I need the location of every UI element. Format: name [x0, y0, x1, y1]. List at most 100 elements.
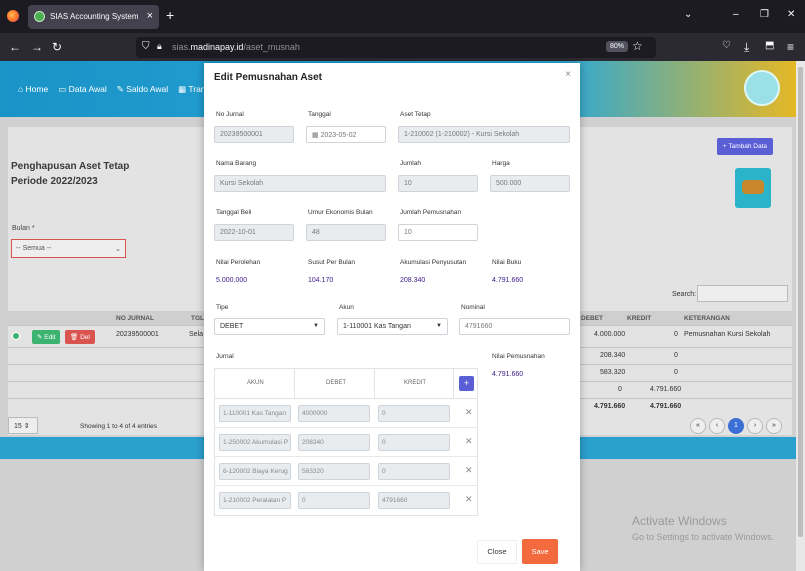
- prev-page-button[interactable]: ‹: [709, 418, 725, 434]
- tanggal-field[interactable]: ▦ 2023-05-02: [306, 126, 386, 143]
- remove-row-icon[interactable]: ✕: [465, 407, 473, 418]
- nilai-pemusnahan-value: 4.791.660: [492, 371, 524, 378]
- close-window-button[interactable]: ✕: [787, 9, 795, 20]
- total-debet: 4.791.660: [594, 403, 626, 410]
- aset-tetap-field: 1-210002 (1-210002) - Kursi Sekolah: [398, 126, 570, 143]
- jurnal-col-akun: AKUN: [247, 380, 264, 386]
- jumlah-pemusnahan-input[interactable]: 10: [398, 224, 478, 241]
- col-keterangan[interactable]: KETERANGAN: [684, 315, 730, 322]
- next-page-button[interactable]: ›: [747, 418, 763, 434]
- jurnal-debet-field: 583320: [298, 463, 370, 480]
- cell-kredit: 0: [674, 352, 678, 359]
- jurnal-kredit-field: 4791660: [378, 492, 450, 509]
- main-nav: ⌂ Home ▭ Data Awal ✎ Saldo Awal ▦ Trans: [18, 84, 210, 95]
- last-page-button[interactable]: »: [766, 418, 782, 434]
- cell-debet: 583.320: [600, 369, 626, 376]
- scroll-thumb[interactable]: [798, 67, 803, 537]
- close-button[interactable]: Close: [477, 540, 517, 564]
- nav-data-awal[interactable]: ▭ Data Awal: [58, 84, 107, 95]
- tipe-select[interactable]: DEBET ▼: [214, 318, 325, 335]
- jumlah-label: Jumlah: [400, 160, 421, 167]
- bookmark-star-icon[interactable]: ☆: [632, 39, 643, 53]
- nominal-input[interactable]: 4791660: [459, 318, 570, 335]
- lock-icon[interactable]: 🔒︎: [157, 41, 162, 52]
- windows-watermark-subtitle: Go to Settings to activate Windows.: [632, 532, 775, 542]
- back-icon[interactable]: ←: [9, 40, 21, 54]
- forward-icon[interactable]: →: [31, 40, 43, 54]
- save-button[interactable]: Save: [522, 539, 558, 564]
- jumlah-pemusnahan-label: Jumlah Pemusnahan: [400, 209, 462, 216]
- nilai-perolehan-label: Nilai Perolehan: [216, 259, 261, 266]
- modal-close-icon[interactable]: ×: [565, 69, 571, 80]
- edit-button[interactable]: ✎ Edit: [32, 330, 61, 344]
- jurnal-debet-field: 4000000: [298, 405, 370, 422]
- jurnal-col-debet: DEBET: [326, 380, 347, 386]
- search-label: Search:: [672, 291, 697, 298]
- cell-debet: 4.000.000: [594, 331, 626, 338]
- jurnal-debet-field: 0: [298, 492, 370, 509]
- edit-modal: Edit Pemusnahan Aset × No Jurnal 2023950…: [204, 63, 580, 571]
- delete-button[interactable]: 🗑︎ Del: [65, 330, 95, 344]
- expand-row-icon[interactable]: [12, 332, 20, 340]
- firefox-icon[interactable]: [7, 10, 19, 22]
- aset-tetap-label: Aset Tetap: [400, 111, 431, 118]
- cell-kredit: 0: [674, 331, 678, 338]
- remove-row-icon[interactable]: ✕: [465, 494, 473, 505]
- jurnal-row: 6-120002 Biaya Kerug 583320 0 ✕: [215, 457, 477, 486]
- download-icon[interactable]: ⤓: [744, 40, 749, 55]
- tab-title: SIAS Accounting System: [50, 12, 139, 21]
- entries-info: Showing 1 to 4 of 4 entries: [80, 423, 157, 430]
- browser-tab[interactable]: SIAS Accounting System ×: [28, 5, 159, 29]
- susut-value: 104.170: [308, 277, 334, 284]
- site-favicon-icon: [34, 11, 45, 22]
- maximize-button[interactable]: ❐: [760, 9, 769, 20]
- akun-label: Akun: [339, 304, 354, 311]
- cell-no-jurnal: 20239500001: [116, 331, 159, 338]
- remove-row-icon[interactable]: ✕: [465, 465, 473, 476]
- chevron-down-icon: ▼: [313, 323, 319, 329]
- pocket-icon[interactable]: ♡: [722, 40, 731, 51]
- jurnal-col-kredit: KREDIT: [404, 380, 427, 386]
- tanggal-beli-label: Tanggal Beli: [216, 209, 252, 216]
- tanggal-label: Tanggal: [308, 111, 331, 118]
- tab-close-icon[interactable]: ×: [147, 10, 153, 22]
- jurnal-akun-field: 1-110001 Kas Tangan: [219, 405, 291, 422]
- add-data-button[interactable]: + Tambah Data: [716, 138, 773, 155]
- jurnal-row: 1-210002 Peralatan P 0 4791660 ✕: [215, 486, 477, 515]
- minimize-button[interactable]: –: [733, 9, 739, 20]
- bulan-label: Bulan *: [12, 225, 35, 232]
- address-bar[interactable]: ⛉ 🔒︎ sias.madinapay.id/aset_musnah 80% ☆: [136, 37, 656, 58]
- remove-row-icon[interactable]: ✕: [465, 436, 473, 447]
- col-debet[interactable]: DEBET: [581, 315, 603, 322]
- add-jurnal-row-button[interactable]: +: [459, 376, 474, 391]
- page-scrollbar[interactable]: [796, 61, 805, 571]
- jurnal-kredit-field: 0: [378, 405, 450, 422]
- zoom-level[interactable]: 80%: [606, 41, 629, 52]
- first-page-button[interactable]: «: [690, 418, 706, 434]
- search-input[interactable]: [697, 285, 788, 302]
- new-tab-button[interactable]: +: [166, 7, 174, 23]
- col-tgl[interactable]: TGL: [191, 315, 204, 322]
- jurnal-akun-field: 1-210002 Peralatan P: [219, 492, 291, 509]
- nav-saldo-awal[interactable]: ✎ Saldo Awal: [117, 84, 168, 95]
- jurnal-debet-field: 208340: [298, 434, 370, 451]
- bulan-select[interactable]: -- Semua -- ⌄: [11, 239, 126, 258]
- tipe-label: Tipe: [216, 304, 229, 311]
- jurnal-row: 1-250002 Akumulasi P 208340 0 ✕: [215, 428, 477, 457]
- list-tabs-icon[interactable]: ⌄: [684, 9, 692, 20]
- menu-icon[interactable]: ≡: [787, 40, 794, 54]
- cell-akun: Sela: [189, 331, 204, 338]
- akun-select[interactable]: 1-110001 Kas Tangan ▼: [337, 318, 448, 335]
- nav-home[interactable]: ⌂ Home: [18, 84, 48, 95]
- pagination: « ‹ 1 › »: [690, 418, 782, 434]
- nilai-buku-label: Nilai Buku: [492, 259, 522, 266]
- url-text[interactable]: sias.madinapay.id/aset_musnah: [172, 42, 300, 52]
- shield-icon[interactable]: ⛉: [142, 41, 150, 52]
- jurnal-table: AKUN DEBET KREDIT + 1-110001 Kas Tangan …: [214, 368, 478, 516]
- page-size-select[interactable]: 15 ⇕: [8, 417, 38, 434]
- col-no-jurnal[interactable]: NO JURNAL: [116, 315, 154, 322]
- extensions-icon[interactable]: ⬒: [765, 40, 774, 51]
- col-kredit[interactable]: KREDIT: [627, 315, 651, 322]
- reload-icon[interactable]: ↻: [52, 40, 62, 54]
- page-1-button[interactable]: 1: [728, 418, 744, 434]
